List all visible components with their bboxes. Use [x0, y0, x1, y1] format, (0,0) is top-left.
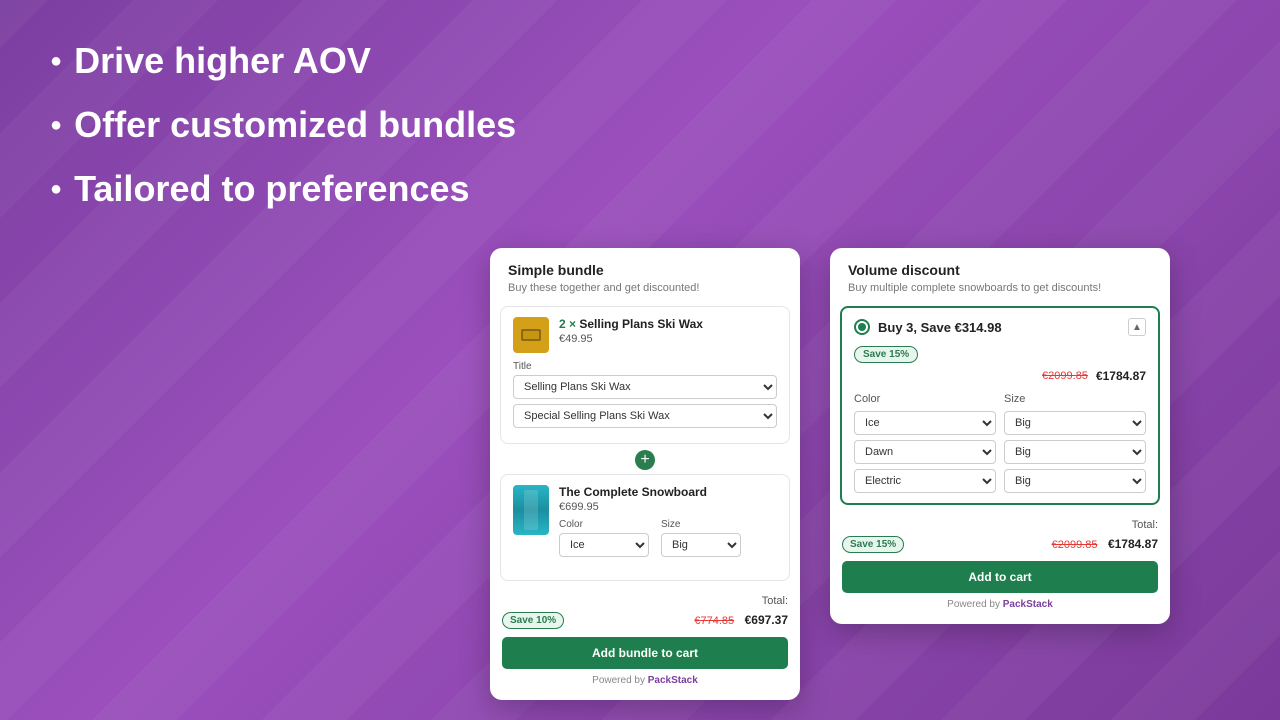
left-packstack-link[interactable]: PackStack — [648, 675, 698, 686]
bullet-1: Drive higher AOV — [50, 40, 516, 82]
left-original-price: €774.85 — [694, 615, 734, 627]
right-card-subtitle: Buy multiple complete snowboards to get … — [848, 282, 1152, 294]
volume-save-badge-container: Save 15% — [854, 344, 1146, 369]
select-pair-1: IceDawnElectric BigMediumSmall — [854, 411, 1146, 435]
right-price-row: Save 15% €2099.85 €1784.87 — [842, 535, 1158, 553]
product-img-wax — [513, 317, 549, 353]
size-header: Size — [1004, 393, 1146, 407]
title-field-group: Title Selling Plans Ski Wax Special Sell… — [513, 361, 777, 433]
right-original-price: €2099.85 — [1052, 539, 1098, 551]
product-price-wax: €49.95 — [559, 333, 777, 345]
select-pair-3: ElectricIceDawn BigMediumSmall — [854, 469, 1146, 493]
product-title-wax: Selling Plans Ski Wax — [579, 317, 703, 331]
snowboard-size-select[interactable]: Big Medium Small — [661, 533, 741, 557]
color-label: Color — [559, 519, 649, 530]
product-qty-wax: 2 × — [559, 317, 576, 331]
product-info-snowboard: The Complete Snowboard €699.95 Color Ice… — [559, 485, 777, 562]
left-price-row: Save 10% €774.85 €697.37 — [502, 611, 788, 629]
left-card-footer: Total: Save 10% €774.85 €697.37 Add bund… — [490, 587, 800, 700]
add-product-btn-container: + — [490, 450, 800, 470]
volume-option-header: Buy 3, Save €314.98 ▲ — [854, 318, 1146, 336]
add-bundle-to-cart-button[interactable]: Add bundle to cart — [502, 637, 788, 669]
color-select-1[interactable]: IceDawnElectric — [854, 411, 996, 435]
product-price-snowboard: €699.95 — [559, 501, 777, 513]
add-to-cart-button[interactable]: Add to cart — [842, 561, 1158, 593]
snowboard-color-select[interactable]: Ice Dawn Electric — [559, 533, 649, 557]
left-powered-by: Powered by PackStack — [502, 675, 788, 690]
right-prices: €2099.85 €1784.87 — [1052, 535, 1158, 553]
product-img-snowboard — [513, 485, 549, 535]
volume-prices: €2099.85 €1784.87 — [854, 369, 1146, 383]
product-top-snowboard: The Complete Snowboard €699.95 Color Ice… — [513, 485, 777, 562]
right-powered-by: Powered by PackStack — [842, 599, 1158, 614]
right-discounted-price: €1784.87 — [1108, 537, 1158, 551]
color-size-selects: IceDawnElectric BigMediumSmall DawnIceEl… — [854, 411, 1146, 493]
product-name-snowboard: The Complete Snowboard — [559, 485, 777, 499]
product-top-wax: 2 × Selling Plans Ski Wax €49.95 — [513, 317, 777, 353]
product-row-wax: 2 × Selling Plans Ski Wax €49.95 Title S… — [500, 306, 790, 444]
right-packstack-link[interactable]: PackStack — [1003, 599, 1053, 610]
right-card-header: Volume discount Buy multiple complete sn… — [830, 248, 1170, 306]
hero-section: Drive higher AOV Offer customized bundle… — [50, 40, 516, 232]
size-field: Size Big Medium Small — [661, 519, 741, 562]
product-name-wax: 2 × Selling Plans Ski Wax — [559, 317, 777, 331]
radio-button[interactable] — [854, 319, 870, 335]
color-size-headers: Color Size — [854, 393, 1146, 407]
color-size-row: Color Ice Dawn Electric Size Big Me — [559, 519, 777, 562]
left-save-badge: Save 10% — [502, 612, 564, 629]
right-card-title: Volume discount — [848, 262, 1152, 278]
right-total-label: Total: — [842, 519, 1158, 531]
right-card-footer: Total: Save 15% €2099.85 €1784.87 Add to… — [830, 513, 1170, 624]
color-select-2[interactable]: DawnIceElectric — [854, 440, 996, 464]
wax-select-2[interactable]: Special Selling Plans Ski Wax Selling Pl… — [513, 404, 777, 428]
product-row-snowboard: The Complete Snowboard €699.95 Color Ice… — [500, 474, 790, 581]
title-field-label: Title — [513, 361, 777, 372]
volume-option-left: Buy 3, Save €314.98 — [854, 319, 1002, 335]
color-header: Color — [854, 393, 996, 407]
size-select-2[interactable]: BigMediumSmall — [1004, 440, 1146, 464]
size-label: Size — [661, 519, 741, 530]
color-field: Color Ice Dawn Electric — [559, 519, 649, 562]
volume-original-price: €2099.85 — [1042, 370, 1088, 382]
right-save-badge: Save 15% — [842, 536, 904, 553]
bullet-3: Tailored to preferences — [50, 168, 516, 210]
left-card-header: Simple bundle Buy these together and get… — [490, 248, 800, 306]
left-prices: €774.85 €697.37 — [694, 611, 788, 629]
select-pair-2: DawnIceElectric BigMediumSmall — [854, 440, 1146, 464]
add-product-icon[interactable]: + — [635, 450, 655, 470]
cards-container: Simple bundle Buy these together and get… — [490, 248, 1170, 700]
left-card-subtitle: Buy these together and get discounted! — [508, 282, 782, 294]
volume-option-title: Buy 3, Save €314.98 — [878, 320, 1002, 335]
size-select-3[interactable]: BigMediumSmall — [1004, 469, 1146, 493]
chevron-up-icon[interactable]: ▲ — [1128, 318, 1146, 336]
size-select-1[interactable]: BigMediumSmall — [1004, 411, 1146, 435]
color-select-3[interactable]: ElectricIceDawn — [854, 469, 996, 493]
simple-bundle-card: Simple bundle Buy these together and get… — [490, 248, 800, 700]
left-card-title: Simple bundle — [508, 262, 782, 278]
wax-select-1[interactable]: Selling Plans Ski Wax Special Selling Pl… — [513, 375, 777, 399]
left-discounted-price: €697.37 — [745, 613, 788, 627]
volume-discounted-price: €1784.87 — [1096, 369, 1146, 383]
bullet-2: Offer customized bundles — [50, 104, 516, 146]
left-total-label: Total: — [502, 595, 788, 607]
volume-save-badge: Save 15% — [854, 346, 918, 363]
product-info-wax: 2 × Selling Plans Ski Wax €49.95 — [559, 317, 777, 345]
volume-discount-card: Volume discount Buy multiple complete sn… — [830, 248, 1170, 624]
volume-option: Buy 3, Save €314.98 ▲ Save 15% €2099.85 … — [840, 306, 1160, 505]
